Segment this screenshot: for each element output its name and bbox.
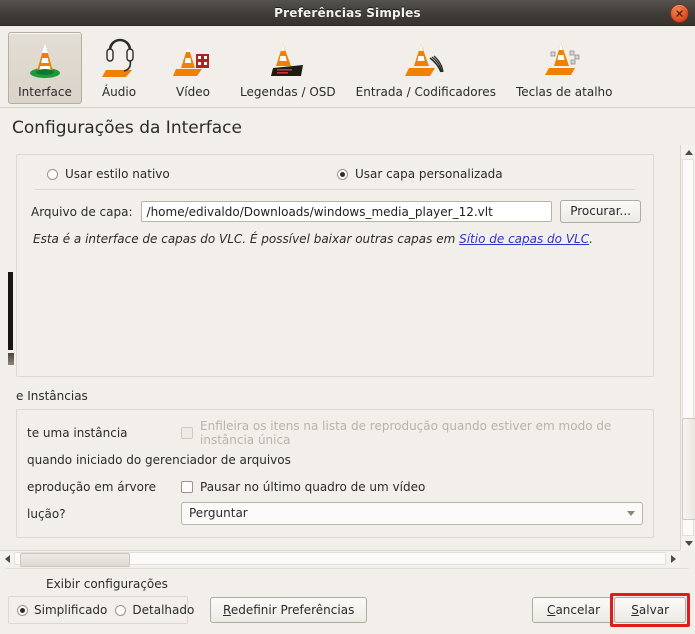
cancel-button[interactable]: Cancelar [532,597,615,623]
radio-label: Simplificado [34,603,108,617]
toolbar-item-subtitles[interactable]: Legendas / OSD [230,32,346,104]
vlc-cone-headphones-icon [102,38,134,77]
clipped-list-thumb [8,353,14,365]
pause-last-frame-label: Pausar no último quadro de um vídeo [200,479,426,494]
playlist-instances-group: te uma instância Enfileira os itens na l… [16,409,654,538]
group-divider [35,189,635,190]
skin-file-input[interactable]: /home/edivaldo/Downloads/windows_media_p… [140,201,553,222]
playlist-section-title: e Instâncias [16,389,88,403]
settings-scroll-content: Usar estilo nativo Usar capa personaliza… [0,145,670,538]
settings-mode-group: Simplificado Detalhado [8,596,194,624]
radio-indicator [337,168,348,180]
group-empty-space [29,246,641,364]
footer-divider [6,568,689,569]
skin-hint-text: Esta é a interface de capas do VLC. É po… [33,232,641,246]
toolbar-item-label: Entrada / Codificadores [355,85,496,99]
enqueue-checkbox[interactable] [181,426,193,439]
radio-advanced-mode[interactable]: Detalhado [115,603,194,617]
vertical-scroll-thumb[interactable] [682,418,695,520]
radio-indicator [115,604,127,616]
vlc-cone-input-icon [404,44,444,76]
clipped-list-widget [8,272,13,350]
triangle-left-icon [4,554,10,563]
save-button[interactable]: Salvar [614,597,686,623]
scroll-down-button[interactable] [681,536,695,550]
page-header: Configurações da Interface [0,108,695,144]
pause-last-frame-checkbox[interactable] [181,480,193,493]
reset-mnemonic: R [223,603,231,617]
skin-hint-prefix: Esta é a interface de capas do VLC. É po… [33,232,460,246]
vlc-cone-keyboard-icon [545,43,580,75]
radio-simple-mode[interactable]: Simplificado [17,603,107,617]
preferences-window: Preferências Simples Interface Áudio Víd… [0,0,695,634]
vlc-cone-interface-icon [30,43,60,78]
look-and-feel-group: Usar estilo nativo Usar capa personaliza… [16,154,654,377]
radio-indicator [17,604,28,616]
radio-indicator [47,168,58,180]
browse-button[interactable]: Procurar... [560,200,641,223]
reset-rest: edefinir Preferências [230,603,355,617]
save-mnemonic: S [631,603,639,617]
section-toolbar: Interface Áudio Vídeo Legendas / OSD Ent… [0,26,695,108]
dialog-footer: Exibir configurações Simplificado Detalh… [0,568,695,634]
scroll-right-button[interactable] [666,551,680,566]
toolbar-item-video[interactable]: Vídeo [156,32,230,104]
page-title: Configurações da Interface [12,118,242,138]
toolbar-item-input-codecs[interactable]: Entrada / Codificadores [346,32,506,104]
row-label: quando iniciado do gerenciador de arquiv… [27,452,291,467]
cancel-rest: ancelar [555,603,600,617]
skin-file-row: Arquivo de capa: /home/edivaldo/Download… [29,200,641,223]
save-rest: alvar [638,603,669,617]
vlc-cone-subtitles-icon [270,44,303,76]
skin-file-label: Arquivo de capa: [31,204,133,219]
triangle-right-icon [670,554,676,563]
close-icon[interactable] [670,4,689,23]
row-file-manager-start: quando iniciado do gerenciador de arquiv… [27,446,643,473]
window-title: Preferências Simples [274,5,421,20]
toolbar-item-label: Vídeo [176,85,210,99]
show-settings-label: Exibir configurações [46,577,168,591]
vlc-skins-site-link[interactable]: Sítio de capas do VLC [459,232,589,246]
reset-preferences-button[interactable]: Redefinir Preferências [210,597,368,623]
enqueue-checkbox-label: Enfileira os itens na lista de reproduçã… [200,418,612,447]
radio-custom-skin[interactable]: Usar capa personalizada [337,167,503,181]
chevron-down-icon [627,511,635,516]
radio-label: Usar capa personalizada [355,167,503,181]
vlc-cone-film-icon [173,46,209,76]
row-tree-playlist: eprodução em árvore Pausar no último qua… [27,473,643,500]
row-label: lução? [27,506,66,521]
settings-scroll-viewport: Usar estilo nativo Usar capa personaliza… [0,145,695,565]
skin-hint-suffix: . [589,232,593,246]
skin-mode-row: Usar estilo nativo Usar capa personaliza… [29,165,641,189]
radio-label: Detalhado [132,603,195,617]
horizontal-scrollbar[interactable] [0,550,680,567]
row-resume-playback: lução? Perguntar [27,500,643,527]
triangle-down-icon [684,540,693,546]
toolbar-item-audio[interactable]: Áudio [82,32,156,104]
toolbar-item-label: Áudio [101,85,137,99]
resume-playback-select[interactable]: Perguntar [181,502,643,525]
toolbar-item-label: Teclas de atalho [515,85,613,99]
resume-playback-value: Perguntar [189,506,248,520]
vertical-scrollbar[interactable] [680,145,695,550]
toolbar-item-label: Interface [18,85,72,99]
radio-label: Usar estilo nativo [65,167,170,181]
row-label: eprodução em árvore [27,479,157,494]
save-button-highlight: Salvar [610,593,690,627]
horizontal-scroll-thumb[interactable] [20,553,130,567]
toolbar-item-interface[interactable]: Interface [8,32,82,104]
toolbar-item-hotkeys[interactable]: Teclas de atalho [506,32,623,104]
radio-native-style[interactable]: Usar estilo nativo [29,167,337,181]
row-label: te uma instância [27,425,128,440]
scroll-up-button[interactable] [681,145,695,159]
title-bar: Preferências Simples [0,0,695,26]
scroll-left-button[interactable] [0,551,14,566]
row-single-instance: te uma instância Enfileira os itens na l… [27,418,643,447]
triangle-up-icon [684,149,693,155]
toolbar-item-label: Legendas / OSD [240,85,336,99]
